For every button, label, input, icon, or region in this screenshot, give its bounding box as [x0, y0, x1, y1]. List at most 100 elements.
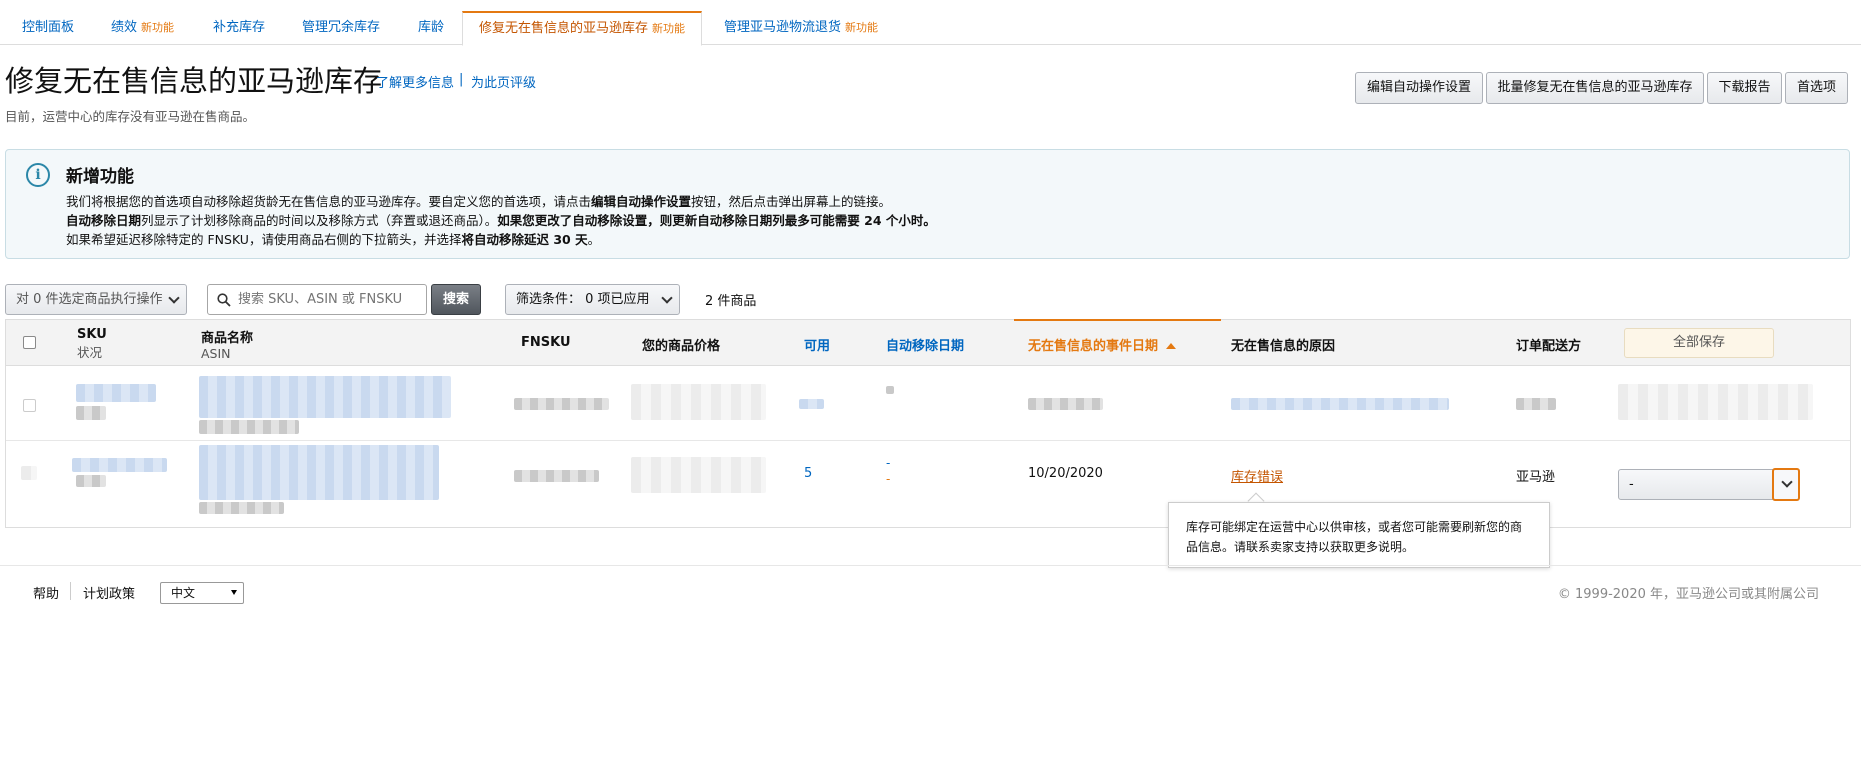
- rate-page-link[interactable]: 为此页评级: [471, 72, 536, 91]
- event-date: 10/20/2020: [1028, 466, 1103, 481]
- alert-text-bold: 将自动移除延迟 30 天: [461, 232, 588, 247]
- alert-text: 。: [587, 232, 601, 247]
- redacted-fulfillment: [1516, 398, 1556, 410]
- tab-label: 控制面板: [22, 20, 75, 35]
- redacted-price: [631, 457, 766, 493]
- tab-fix-stranded[interactable]: 修复无在售信息的亚马逊库存 新功能: [462, 11, 703, 46]
- col-price[interactable]: 您的商品价格: [642, 335, 720, 354]
- tab-bar: 控制面板 绩效 新功能 补充库存 管理冗余库存 库龄 修复无在售信息的亚马逊库存新…: [0, 0, 1861, 46]
- tab-label: 库龄: [418, 20, 445, 35]
- language-label: 中文: [171, 586, 196, 600]
- row-checkbox[interactable]: [23, 399, 36, 412]
- dropdown-label: 对 0 件选定商品执行操作: [16, 292, 163, 307]
- redacted-checkbox[interactable]: [21, 466, 37, 480]
- chevron-down-icon: [168, 292, 180, 304]
- bulk-action-dropdown[interactable]: 对 0 件选定商品执行操作: [5, 284, 187, 315]
- bulk-fix-button[interactable]: 批量修复无在售信息的亚马逊库存: [1486, 72, 1704, 104]
- search-button[interactable]: 搜索: [431, 284, 481, 315]
- alert-text-bold: 编辑自动操作设置: [591, 194, 692, 209]
- learn-more-link[interactable]: 了解更多信息: [376, 72, 454, 91]
- redacted-auto-remove: [886, 386, 894, 394]
- redacted-product-name: [199, 376, 451, 418]
- new-badge: 新功能: [652, 22, 686, 35]
- tab-fba-returns[interactable]: 管理亚马逊物流退货 新功能: [724, 11, 878, 45]
- save-all-button[interactable]: 全部保存: [1624, 328, 1774, 358]
- alert-text: 我们将根据您的首选项自动移除超货龄无在售信息的亚马逊库存。要自定义您的首选项，请…: [66, 194, 592, 209]
- alert-text-bold: 自动移除日期: [66, 213, 142, 228]
- search-input[interactable]: [238, 285, 424, 314]
- row-action-dropdown[interactable]: -: [1618, 469, 1798, 500]
- tab-restock[interactable]: 补充库存: [213, 11, 265, 45]
- tab-inventory-age[interactable]: 库龄: [418, 11, 444, 45]
- redacted-event-date: [1028, 398, 1103, 410]
- preferences-button[interactable]: 首选项: [1785, 72, 1848, 104]
- help-link[interactable]: 帮助: [33, 583, 59, 602]
- tab-label: 管理亚马逊物流退货: [724, 20, 842, 35]
- info-icon: i: [26, 163, 50, 187]
- new-feature-alert: i 新增功能 我们将根据您的首选项自动移除超货龄无在售信息的亚马逊库存。要自定义…: [5, 149, 1850, 259]
- redacted-sku: [72, 458, 167, 472]
- copyright: © 1999-2020 年，亚马逊公司或其附属公司: [1557, 587, 1819, 602]
- redacted-reason: [1231, 398, 1449, 410]
- redacted-price: [631, 384, 766, 420]
- tab-label: 修复无在售信息的亚马逊库存: [479, 21, 649, 36]
- alert-text: 按钮，然后点击弹出屏幕上的链接。: [691, 194, 892, 209]
- program-policy-link[interactable]: 计划政策: [83, 583, 135, 602]
- row-action-dropdown-toggle[interactable]: [1772, 468, 1800, 501]
- redacted-product-name: [199, 445, 439, 500]
- alert-title: 新增功能: [66, 167, 134, 187]
- redacted-fnsku: [514, 398, 609, 410]
- redacted-asin: [199, 420, 299, 434]
- col-fulfillment[interactable]: 订单配送方: [1516, 335, 1581, 354]
- caret-down-icon: [231, 590, 237, 595]
- filter-dropdown[interactable]: 筛选条件： 0 项已应用: [505, 284, 680, 315]
- auto-remove-method: -: [886, 472, 891, 486]
- chevron-down-icon: [1781, 476, 1793, 488]
- stranded-inventory-table: SKU 状况 商品名称 ASIN FNSKU 您的商品价格 可用 自动移除日期 无在…: [5, 319, 1851, 528]
- language-select[interactable]: 中文: [160, 582, 244, 604]
- tab-label: 绩效: [111, 20, 138, 35]
- select-all-checkbox[interactable]: [23, 336, 36, 349]
- search-box: [207, 284, 427, 315]
- redacted-status: [76, 475, 106, 487]
- stranded-reason-link[interactable]: 库存错误: [1231, 466, 1283, 485]
- search-icon: [217, 293, 231, 307]
- page-subtitle: 目前，运营中心的库存没有亚马逊在售商品。: [5, 109, 256, 124]
- alert-text: 如果希望延迟移除特定的 FNSKU，请使用商品右侧的下拉箭头，并选择: [66, 232, 462, 247]
- item-count: 2 件商品: [705, 294, 757, 309]
- col-product-name[interactable]: 商品名称 ASIN: [201, 327, 253, 361]
- col-available[interactable]: 可用: [804, 335, 830, 354]
- new-badge: 新功能: [141, 21, 175, 34]
- tab-performance[interactable]: 绩效 新功能: [111, 11, 174, 45]
- alert-line-1: 我们将根据您的首选项自动移除超货龄无在售信息的亚马逊库存。要自定义您的首选项，请…: [66, 191, 891, 210]
- alert-text: 列显示了计划移除商品的时间以及移除方式（弃置或退还商品）。: [141, 213, 498, 228]
- available-qty-link[interactable]: 5: [804, 466, 812, 481]
- col-event-date[interactable]: 无在售信息的事件日期: [1028, 335, 1177, 354]
- tab-label: 管理冗余库存: [302, 20, 381, 35]
- footer-separator: [70, 582, 71, 600]
- redacted-action-select[interactable]: [1618, 384, 1813, 420]
- tab-dashboard[interactable]: 控制面板: [22, 11, 74, 45]
- tab-excess-inventory[interactable]: 管理冗余库存: [302, 11, 380, 45]
- dropdown-label: 筛选条件： 0 项已应用: [516, 292, 650, 307]
- auto-remove-date-link[interactable]: -: [886, 456, 890, 470]
- alert-line-3: 如果希望延迟移除特定的 FNSKU，请使用商品右侧的下拉箭头，并选择将自动移除延…: [66, 229, 600, 248]
- dropdown-label: -: [1629, 477, 1634, 492]
- page-title: 修复无在售信息的亚马逊库存: [5, 64, 383, 98]
- new-badge: 新功能: [845, 21, 879, 34]
- col-auto-remove-date[interactable]: 自动移除日期: [886, 335, 964, 354]
- alert-text-bold: 如果您更改了自动移除设置，则更新自动移除日期列最多可能需要 24 个小时。: [497, 213, 936, 228]
- sort-ascending-icon: [1166, 343, 1177, 349]
- col-fnsku[interactable]: FNSKU: [521, 335, 571, 350]
- table-header: SKU 状况 商品名称 ASIN FNSKU 您的商品价格 可用 自动移除日期 无在…: [6, 319, 1850, 366]
- redacted-available: [799, 399, 824, 409]
- redacted-asin: [199, 502, 284, 514]
- col-sku[interactable]: SKU 状况: [77, 327, 107, 361]
- edit-auto-settings-button[interactable]: 编辑自动操作设置: [1355, 72, 1483, 104]
- chevron-down-icon: [661, 292, 673, 304]
- header-separator: |: [459, 72, 464, 87]
- redacted-status: [76, 406, 106, 420]
- col-reason[interactable]: 无在售信息的原因: [1231, 335, 1335, 354]
- download-report-button[interactable]: 下载报告: [1707, 72, 1782, 104]
- col-label: SKU: [77, 327, 107, 342]
